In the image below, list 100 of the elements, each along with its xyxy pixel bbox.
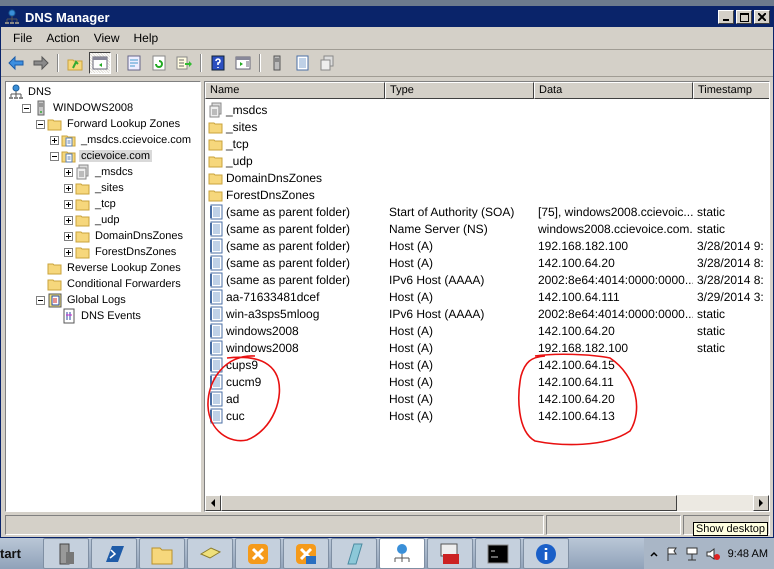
maximize-button[interactable]	[736, 10, 752, 24]
collapse-icon[interactable]	[22, 104, 31, 112]
tree-item[interactable]: Conditional Forwarders	[65, 278, 183, 290]
tree-item[interactable]: DNS	[26, 86, 54, 98]
table-cell-text: 192.168.182.100	[537, 238, 630, 252]
collapse-icon[interactable]	[36, 296, 45, 304]
tree-item[interactable]: _udp	[93, 214, 122, 226]
help-icon	[210, 55, 226, 71]
record-icon	[208, 408, 224, 424]
table-cell: _msdcs	[226, 102, 268, 116]
tree-item[interactable]: ccievoice.com	[79, 150, 152, 162]
show-hide-tree-button[interactable]	[89, 52, 111, 74]
menu-item[interactable]: View	[88, 29, 126, 47]
expand-icon[interactable]	[64, 184, 73, 192]
expand-icon[interactable]	[64, 168, 73, 176]
tooltip: Show desktop	[692, 522, 768, 536]
collapse-icon[interactable]	[36, 120, 45, 128]
log-book-icon	[47, 292, 63, 308]
table-cell-text: static	[696, 204, 726, 218]
tree-item[interactable]: Forward Lookup Zones	[65, 118, 182, 130]
table-cell: (same as parent folder)	[226, 222, 350, 236]
column-header[interactable]: Name	[205, 82, 385, 99]
export-icon	[176, 55, 192, 71]
taskbar-button[interactable]	[474, 538, 521, 569]
refresh-icon	[151, 55, 167, 71]
expand-icon[interactable]	[64, 232, 73, 240]
document-stack-icon	[75, 164, 91, 180]
table-cell-text: 142.100.64.111	[537, 290, 621, 304]
network-globe-icon	[4, 9, 20, 25]
close-button[interactable]	[754, 10, 770, 24]
record-icon	[208, 322, 224, 338]
record-icon	[208, 356, 224, 372]
chevron-icon[interactable]	[650, 550, 658, 558]
column-header[interactable]: Data	[534, 82, 693, 99]
properties-icon	[126, 55, 142, 71]
expand-icon[interactable]	[64, 216, 73, 224]
table-cell: (same as parent folder)	[226, 272, 350, 286]
flag-icon[interactable]	[666, 546, 678, 560]
taskbar-button[interactable]	[42, 538, 89, 569]
clock[interactable]: 9:48 AM	[728, 548, 768, 560]
minimize-button[interactable]	[718, 10, 734, 24]
network-icon[interactable]	[686, 546, 698, 560]
scroll-left-button[interactable]	[205, 495, 221, 511]
tree-item[interactable]: DNS Events	[79, 310, 143, 322]
tree-item[interactable]: ForestDnsZones	[93, 246, 178, 258]
forward-arrow-icon	[33, 55, 49, 71]
maximize-icon	[740, 12, 748, 22]
right-arrow-icon	[758, 499, 764, 507]
tree-item[interactable]: Global Logs	[65, 294, 128, 306]
table-cell-text: windows2008.ccievoice.com.	[537, 222, 693, 236]
document-stack-icon	[208, 102, 224, 118]
table-cell-text: Name Server (NS)	[388, 222, 489, 236]
tree-item[interactable]: _tcp	[93, 198, 118, 210]
column-header[interactable]: Type	[385, 82, 534, 99]
speaker-muted-icon[interactable]	[706, 546, 720, 560]
tree-item[interactable]: _msdcs.ccievoice.com	[79, 134, 194, 146]
scroll-right-button[interactable]	[753, 495, 769, 511]
record-icon	[208, 272, 224, 288]
tree-item[interactable]: WINDOWS2008	[51, 102, 136, 114]
table-cell: cucm9	[226, 374, 262, 388]
copy-icon	[319, 55, 335, 71]
column-header[interactable]: Timestamp	[693, 82, 769, 99]
table-cell-text: Host (A)	[388, 392, 434, 406]
table-cell-text: Host (A)	[388, 408, 434, 422]
scrollbar-thumb[interactable]	[221, 495, 677, 511]
record-icon	[208, 220, 224, 236]
table-cell-text: 3/28/2014 8:	[696, 272, 765, 286]
start-button[interactable]: tart	[0, 546, 41, 561]
collapse-icon[interactable]	[50, 152, 59, 160]
list-icon	[294, 55, 310, 71]
taskbar-button[interactable]	[426, 538, 473, 569]
tree-item[interactable]: Reverse Lookup Zones	[65, 262, 183, 274]
menu-item[interactable]: Action	[40, 29, 86, 47]
table-cell: DomainDnsZones	[226, 170, 322, 184]
table-cell: _udp	[226, 154, 253, 168]
table-cell-text: IPv6 Host (AAAA)	[388, 272, 486, 286]
table-cell: _tcp	[226, 136, 249, 150]
expand-icon[interactable]	[50, 136, 59, 144]
table-cell-text: Host (A)	[388, 340, 434, 354]
expand-icon[interactable]	[64, 200, 73, 208]
menu-item[interactable]: Help	[128, 29, 164, 47]
menu-item[interactable]: File	[7, 29, 38, 47]
record-icon	[208, 306, 224, 322]
expand-icon[interactable]	[64, 248, 73, 256]
record-icon	[208, 238, 224, 254]
table-cell: _sites	[226, 120, 258, 134]
tree-item[interactable]: DomainDnsZones	[93, 230, 186, 242]
table-cell-text: static	[696, 340, 726, 354]
table-cell: cups9	[226, 358, 258, 372]
record-icon	[208, 390, 224, 406]
table-cell-text: 142.100.64.20	[537, 256, 616, 270]
table-cell-text: 3/29/2014 3:	[696, 290, 765, 304]
table-cell-text: [75], windows2008.ccievoic...	[537, 204, 693, 218]
table-cell-text: Host (A)	[388, 374, 434, 388]
table-cell: aa-71633481dcef	[226, 290, 320, 304]
tree-item[interactable]: _sites	[93, 182, 126, 194]
tree-item[interactable]: _msdcs	[93, 166, 135, 178]
command-prompt-icon	[486, 542, 510, 566]
table-cell-text: Host (A)	[388, 358, 434, 372]
table-cell: (same as parent folder)	[226, 204, 350, 218]
